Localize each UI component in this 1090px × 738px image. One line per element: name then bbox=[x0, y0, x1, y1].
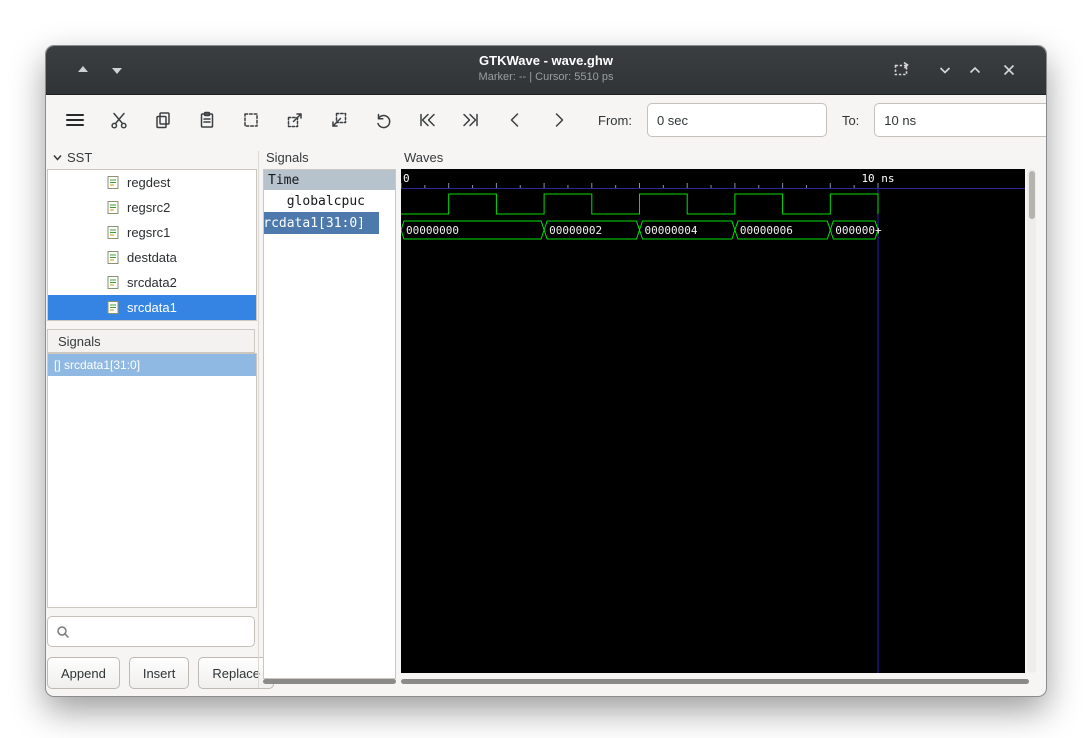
go-to-end-button[interactable] bbox=[456, 104, 485, 136]
paste-button[interactable] bbox=[192, 104, 221, 136]
chevron-left-icon bbox=[510, 113, 518, 127]
waves-area: 0 10 ns 00000000 00000002 00000004 00000006 00… bbox=[401, 169, 1025, 673]
svg-text:10 ns: 10 ns bbox=[861, 172, 894, 185]
tree-item-label: destdata bbox=[127, 250, 177, 265]
from-input[interactable] bbox=[646, 103, 827, 137]
toolbar: From: To: bbox=[46, 95, 1046, 145]
signal-file-icon bbox=[106, 175, 121, 190]
signal-search-list: [] srcdata1[31:0] bbox=[47, 353, 257, 608]
close-button[interactable] bbox=[994, 55, 1024, 85]
sst-tree: regdest regsrc2 regsrc1 destdata srcdata… bbox=[47, 169, 257, 321]
signal-file-icon bbox=[106, 200, 121, 215]
tree-item-regsrc1[interactable]: regsrc1 bbox=[48, 220, 256, 245]
svg-text:00000006: 00000006 bbox=[740, 224, 793, 237]
from-label: From: bbox=[598, 112, 632, 128]
zoom-in-button[interactable] bbox=[280, 104, 309, 136]
copy-icon bbox=[155, 112, 170, 129]
svg-text:000000+: 000000+ bbox=[835, 224, 882, 237]
signal-file-icon bbox=[106, 250, 121, 265]
shrink-selection-icon bbox=[331, 112, 346, 127]
close-icon bbox=[1003, 64, 1015, 76]
svg-text:00000000: 00000000 bbox=[406, 224, 459, 237]
expander-chevron-icon bbox=[53, 155, 62, 161]
waves-panel-label: Waves bbox=[404, 150, 444, 165]
screen-rotate-button[interactable] bbox=[886, 55, 916, 85]
menu-button[interactable] bbox=[60, 104, 89, 136]
signal-names-panel: Time globalcpuc srcdata1[31:0] bbox=[263, 169, 396, 679]
tree-item-regsrc2[interactable]: regsrc2 bbox=[48, 195, 256, 220]
wave-canvas[interactable]: 0 10 ns 00000000 00000002 00000004 00000006 00… bbox=[401, 169, 1025, 673]
insert-button[interactable]: Insert bbox=[128, 657, 190, 689]
skip-to-end-icon bbox=[462, 113, 478, 127]
shift-left-button[interactable] bbox=[500, 104, 529, 136]
tree-item-regdest[interactable]: regdest bbox=[48, 170, 256, 195]
signal-file-icon bbox=[106, 225, 121, 240]
search-input[interactable] bbox=[76, 623, 246, 640]
tree-item-label: regdest bbox=[127, 175, 171, 190]
sst-button-row: Append Insert Replace bbox=[47, 657, 275, 689]
tree-item-label: regsrc2 bbox=[127, 200, 171, 215]
tree-item-destdata[interactable]: destdata bbox=[48, 245, 256, 270]
maximize-button[interactable] bbox=[960, 55, 990, 85]
tree-item-srcdata2[interactable]: srcdata2 bbox=[48, 270, 256, 295]
chevron-up-icon bbox=[969, 66, 981, 74]
zoom-out-button[interactable] bbox=[324, 104, 353, 136]
names-hscrollbar[interactable] bbox=[263, 679, 396, 684]
waves-vscrollbar[interactable] bbox=[1027, 169, 1036, 673]
undo-button[interactable] bbox=[368, 104, 397, 136]
tree-item-label: srcdata2 bbox=[127, 275, 177, 290]
time-column-header[interactable]: Time bbox=[264, 170, 395, 190]
sst-panel-label[interactable]: SST bbox=[52, 150, 92, 165]
tree-item-srcdata1[interactable]: srcdata1 bbox=[48, 295, 256, 320]
signal-search-box bbox=[47, 616, 255, 647]
go-to-start-button[interactable] bbox=[412, 104, 441, 136]
gtkwave-window: GTKWave - wave.ghw Marker: -- | Cursor: … bbox=[45, 45, 1047, 697]
pane-separator[interactable] bbox=[258, 151, 259, 688]
unmaximize-button[interactable] bbox=[930, 55, 960, 85]
menu-icon bbox=[65, 114, 84, 126]
waves-hscrollbar[interactable] bbox=[401, 679, 1029, 684]
copy-button[interactable] bbox=[148, 104, 177, 136]
paste-icon bbox=[200, 111, 213, 128]
append-button[interactable]: Append bbox=[47, 657, 120, 689]
tree-item-label: regsrc1 bbox=[127, 225, 171, 240]
signal-list-item[interactable]: [] srcdata1[31:0] bbox=[48, 354, 256, 376]
chevron-right-icon bbox=[555, 113, 563, 127]
shift-right-button[interactable] bbox=[544, 104, 573, 136]
undo-arrow-icon bbox=[376, 113, 390, 129]
svg-text:00000002: 00000002 bbox=[549, 224, 602, 237]
to-input[interactable] bbox=[874, 103, 1046, 137]
selection-box-icon bbox=[243, 113, 258, 127]
signal-file-icon bbox=[106, 300, 121, 315]
headerbar: GTKWave - wave.ghw Marker: -- | Cursor: … bbox=[46, 46, 1046, 95]
svg-text:0: 0 bbox=[403, 172, 410, 185]
expand-selection-icon bbox=[287, 113, 302, 128]
signal-file-icon bbox=[106, 275, 121, 290]
signals-panel-label: Signals bbox=[266, 150, 309, 165]
search-icon bbox=[57, 625, 70, 638]
zoom-fit-button[interactable] bbox=[236, 104, 265, 136]
chevron-down-icon bbox=[939, 67, 951, 74]
tree-item-label: srcdata1 bbox=[127, 300, 177, 315]
signals-subheader: Signals bbox=[47, 329, 255, 353]
svg-text:00000004: 00000004 bbox=[645, 224, 698, 237]
signal-name-srcdata1[interactable]: srcdata1[31:0] bbox=[264, 212, 379, 234]
skip-to-start-icon bbox=[419, 113, 435, 127]
screen-rotate-icon bbox=[894, 61, 909, 76]
signal-name-globalcpuc[interactable]: globalcpuc bbox=[264, 190, 379, 212]
cut-button[interactable] bbox=[104, 104, 133, 136]
to-label: To: bbox=[841, 112, 860, 128]
scissors-icon bbox=[110, 112, 127, 129]
